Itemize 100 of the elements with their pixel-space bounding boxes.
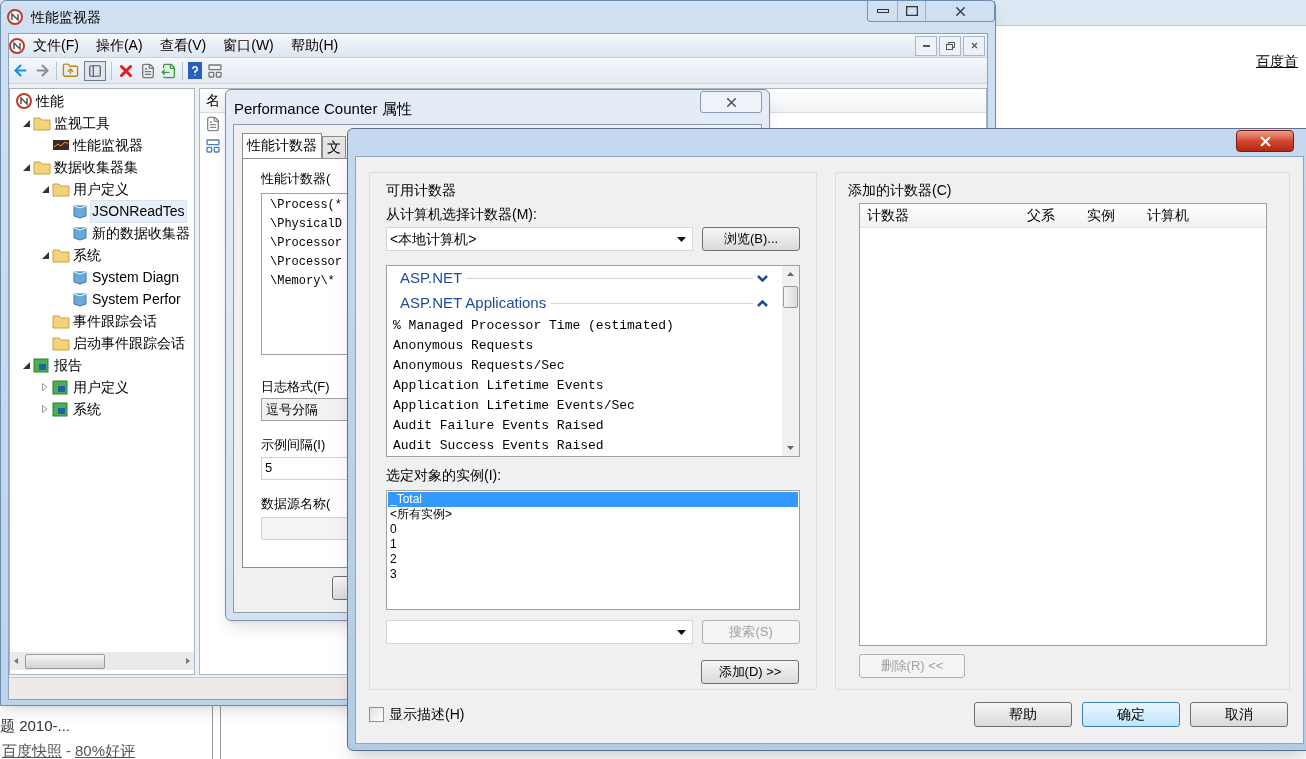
column-header[interactable]: 父系	[1020, 205, 1080, 226]
counter-item[interactable]: Audit Success Events Raised	[393, 436, 776, 456]
counter-item[interactable]: Application Lifetime Events/Sec	[393, 396, 776, 416]
column-header[interactable]: 名	[206, 90, 220, 111]
browse-button[interactable]: 浏览(B)...	[702, 227, 800, 251]
instance-list[interactable]: _Total <所有实例> 0 1 2 3	[386, 490, 800, 610]
expanded-arrow-icon[interactable]	[41, 251, 49, 259]
tree-item[interactable]: 用户定义	[71, 375, 131, 399]
scroll-left-icon[interactable]	[14, 658, 18, 664]
dialog-button[interactable]: 确定	[1082, 702, 1180, 727]
menu-item[interactable]: 文件(F)	[33, 35, 79, 56]
tree-item[interactable]: 数据收集器集	[52, 155, 140, 179]
collapse-chevron-icon[interactable]	[757, 300, 768, 307]
counter-item[interactable]: % Managed Processor Time (estimated)	[393, 316, 776, 336]
tree-item[interactable]: 事件跟踪会话	[71, 309, 159, 333]
report-icon	[33, 357, 51, 373]
instance-item[interactable]: 2	[388, 552, 798, 567]
checkbox[interactable]	[369, 707, 384, 722]
mdi-minimize-button[interactable]	[915, 35, 937, 56]
column-header[interactable]: 实例	[1080, 205, 1140, 226]
report-icon	[52, 379, 70, 395]
tree-item[interactable]: 用户定义	[71, 177, 131, 201]
mdi-close-button[interactable]	[963, 35, 985, 56]
menu-item[interactable]: 窗口(W)	[223, 35, 274, 56]
horizontal-scrollbar[interactable]	[10, 652, 194, 670]
folder-icon	[52, 247, 70, 263]
tree-item[interactable]: 新的数据收集器	[90, 221, 192, 245]
help-icon[interactable]	[188, 62, 202, 79]
collapsed-arrow-icon[interactable]	[42, 383, 48, 391]
panel-toggle-icon[interactable]	[84, 60, 106, 81]
expanded-arrow-icon[interactable]	[22, 163, 30, 171]
counter-item[interactable]: Anonymous Requests	[393, 336, 776, 356]
export-icon[interactable]	[161, 62, 177, 79]
tab[interactable]: 性能计数器	[242, 133, 322, 158]
search-field[interactable]	[386, 620, 694, 644]
field-label: 示例间隔(I)	[261, 436, 326, 454]
back-icon[interactable]	[12, 62, 29, 79]
close-icon	[969, 41, 979, 50]
menu-item[interactable]: 操作(A)	[95, 35, 143, 56]
computer-dropdown[interactable]: <本地计算机>	[386, 227, 694, 251]
menu-item[interactable]: 帮助(H)	[290, 35, 339, 56]
dataset-icon	[72, 291, 88, 307]
minimize-icon	[922, 44, 930, 47]
tree-item[interactable]: System Perfor	[90, 287, 183, 311]
forward-icon[interactable]	[34, 62, 51, 79]
folder-up-icon[interactable]	[62, 62, 79, 79]
tree-item[interactable]: 监视工具	[52, 111, 112, 135]
restore-icon	[945, 41, 955, 50]
tree-item[interactable]: 系统	[71, 243, 103, 267]
properties-icon[interactable]	[140, 62, 156, 79]
tab[interactable]: 文	[322, 136, 346, 158]
tree-item[interactable]: 性能监视器	[71, 133, 145, 157]
counter-item[interactable]: Audit Failure Events Raised	[393, 416, 776, 436]
mdi-restore-button[interactable]	[939, 35, 961, 56]
menu-item[interactable]: 查看(V)	[159, 35, 207, 56]
counter-group[interactable]: ASP.NET Applications	[400, 292, 547, 315]
dialog-button[interactable]: 帮助	[974, 702, 1072, 727]
collapsed-arrow-icon[interactable]	[42, 405, 48, 413]
instance-item[interactable]: 1	[388, 537, 798, 552]
column-header[interactable]: 计数器	[860, 205, 1020, 226]
monitor-icon	[52, 138, 70, 152]
vertical-scrollbar[interactable]	[782, 266, 799, 456]
scroll-right-icon[interactable]	[186, 658, 190, 664]
instance-item[interactable]: 0	[388, 522, 798, 537]
tree-item[interactable]: 报告	[52, 353, 84, 377]
snapshot-link[interactable]: 百度快照	[2, 740, 62, 759]
section-label: 添加的计数器(C)	[848, 181, 953, 200]
add-button[interactable]: 添加(D) >>	[701, 660, 799, 684]
expanded-arrow-icon[interactable]	[41, 185, 49, 193]
folder-icon	[33, 115, 51, 131]
tree-item[interactable]: JSONReadTes	[90, 199, 187, 223]
tree-item[interactable]: 性能	[34, 89, 66, 113]
homepage-link[interactable]: 百度首	[1256, 51, 1298, 72]
dialog-button[interactable]: 取消	[1190, 702, 1288, 727]
instance-item[interactable]: 3	[388, 567, 798, 582]
close-button[interactable]	[1236, 130, 1294, 152]
tree-item[interactable]: System Diagn	[90, 265, 182, 289]
scroll-up-icon[interactable]	[787, 272, 794, 276]
checkbox-label[interactable]: 显示描述(H)	[389, 704, 465, 725]
instance-item[interactable]: <所有实例>	[388, 507, 798, 522]
counter-item[interactable]: Application Lifetime Events	[393, 376, 776, 396]
tree-item[interactable]: 系统	[71, 397, 103, 421]
rating-link[interactable]: 80%好评	[75, 740, 136, 759]
folder-icon	[52, 335, 70, 351]
tree-item[interactable]: 启动事件跟踪会话	[71, 331, 187, 355]
view-icon[interactable]	[207, 62, 223, 79]
column-header[interactable]: 计算机	[1140, 205, 1220, 226]
dataset-icon	[72, 203, 88, 219]
expanded-arrow-icon[interactable]	[22, 361, 30, 369]
section-label: 可用计数器	[386, 181, 457, 200]
scroll-thumb[interactable]	[783, 286, 798, 308]
expand-chevron-icon[interactable]	[757, 275, 768, 282]
counter-item[interactable]: Anonymous Requests/Sec	[393, 356, 776, 376]
window-title: 性能监视器	[31, 7, 101, 27]
dialog-title: Performance Counter 属性	[234, 99, 412, 119]
dataset-icon	[72, 225, 88, 241]
field-label: 从计算机选择计数器(M):	[386, 205, 538, 224]
expanded-arrow-icon[interactable]	[22, 119, 30, 127]
counter-group[interactable]: ASP.NET	[400, 267, 463, 290]
scroll-down-icon[interactable]	[787, 446, 794, 450]
